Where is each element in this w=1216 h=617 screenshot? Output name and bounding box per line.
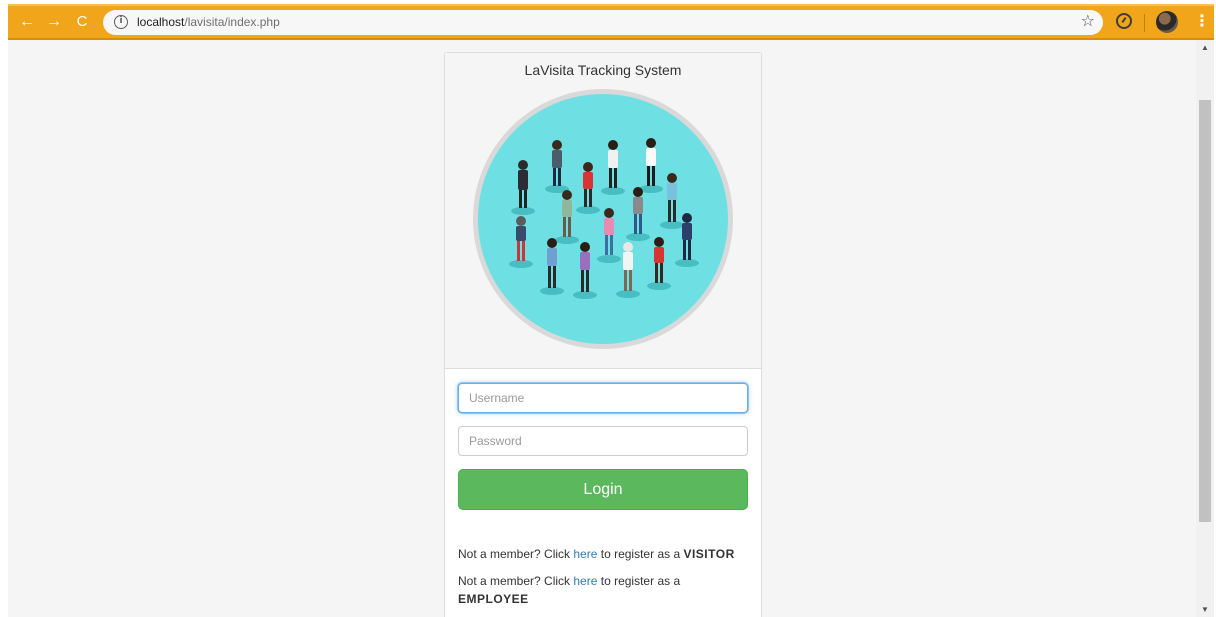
register-visitor-mid: to register as a	[600, 547, 681, 561]
register-visitor-link[interactable]: here	[573, 547, 597, 561]
register-visitor-role: VISITOR	[683, 547, 735, 561]
arrow-right-icon[interactable]: →	[44, 12, 64, 32]
register-employee-role: EMPLOYEE	[458, 592, 529, 606]
register-employee-mid: to register as a	[600, 574, 681, 588]
toolbar-divider	[1144, 14, 1145, 32]
page-title: LaVisita Tracking System	[524, 62, 682, 78]
page-viewport: LaVisita Tracking System Username Login …	[8, 40, 1196, 617]
register-employee-prefix: Not a member? Click	[458, 574, 571, 588]
login-card: LaVisita Tracking System Username Login …	[444, 52, 762, 617]
register-employee-text: Not a member? Click here to register as …	[458, 572, 753, 608]
star-icon[interactable]: ☆	[1081, 12, 1095, 32]
arrow-left-icon[interactable]: ←	[17, 12, 37, 32]
login-button[interactable]: Login	[458, 469, 748, 510]
register-visitor-prefix: Not a member? Click	[458, 547, 571, 561]
scroll-thumb[interactable]	[1199, 100, 1211, 522]
info-icon[interactable]: i	[114, 15, 128, 29]
browser-toolbar: ← → C i localhost/lavisita/index.php ☆ ⋮	[8, 4, 1214, 40]
browser-window: ← → C i localhost/lavisita/index.php ☆ ⋮…	[0, 0, 1216, 617]
address-bar[interactable]: i localhost/lavisita/index.php ☆	[103, 10, 1103, 35]
username-input[interactable]	[458, 383, 748, 413]
profile-avatar-icon[interactable]	[1156, 11, 1178, 33]
reload-icon[interactable]: C	[72, 12, 92, 32]
people-illustration	[471, 87, 735, 351]
scroll-up-icon[interactable]: ▲	[1201, 43, 1209, 52]
kebab-menu-icon[interactable]: ⋮	[1194, 12, 1210, 32]
people-illustration-icon	[473, 89, 733, 349]
url-host: localhost	[137, 15, 185, 29]
url-path: /lavisita/index.php	[184, 15, 280, 29]
register-employee-link[interactable]: here	[573, 574, 597, 588]
speedometer-icon[interactable]	[1116, 13, 1132, 29]
register-visitor-text: Not a member? Click here to register as …	[458, 545, 753, 563]
scroll-down-icon[interactable]: ▼	[1201, 605, 1209, 614]
page-scrollbar[interactable]: ▲ ▼	[1196, 40, 1214, 617]
card-header: LaVisita Tracking System	[445, 53, 761, 369]
url-text[interactable]: localhost/lavisita/index.php	[137, 15, 280, 30]
password-input[interactable]	[458, 426, 748, 456]
